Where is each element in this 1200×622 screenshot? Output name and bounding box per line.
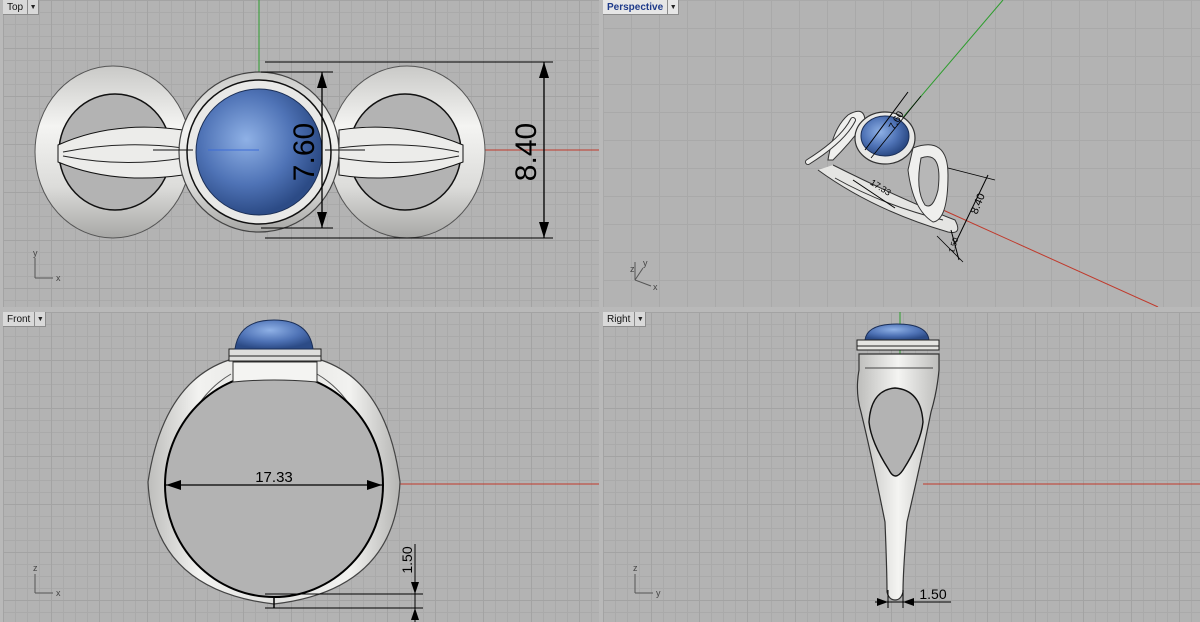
axis-triad-icon: y x: [33, 248, 61, 283]
viewport-title: Right: [607, 313, 631, 325]
viewport-right[interactable]: Right ▼ 1.50 z y: [603, 312, 1200, 622]
axis-label-y: y: [33, 248, 38, 258]
stone: [234, 319, 314, 350]
bezel: [228, 348, 322, 362]
viewport-tab-front[interactable]: Front ▼: [3, 312, 47, 327]
axis-label-z: z: [630, 264, 635, 274]
chevron-down-icon[interactable]: ▼: [34, 312, 45, 326]
left-shank-lobe: [34, 65, 192, 239]
x-axis-line: [942, 209, 1159, 307]
right-view-canvas: 1.50 z y: [633, 312, 1200, 608]
right-shank-lobe: [328, 65, 486, 239]
viewport-front[interactable]: Front ▼ 17.33 1.50 z x: [3, 312, 599, 622]
axis-label-y: y: [656, 588, 661, 598]
dimension-label: 17.33: [255, 469, 293, 486]
axis-triad-icon: z y: [633, 563, 661, 598]
axis-label-x: x: [56, 273, 61, 283]
dimension-label: 1.50: [399, 546, 415, 573]
axis-label-z: z: [33, 563, 38, 573]
viewport-title: Front: [7, 313, 31, 325]
viewport-tab-perspective[interactable]: Perspective ▼: [603, 0, 680, 15]
dimension-label: 1.50: [947, 236, 961, 254]
axis-triad-icon: z x: [33, 563, 61, 598]
dimension-label: 8.40: [969, 192, 988, 216]
axis-label-x: x: [56, 588, 61, 598]
front-view-canvas: 17.33 1.50 z x: [33, 319, 599, 622]
axis-label-x: x: [653, 282, 658, 292]
chevron-down-icon[interactable]: ▼: [667, 0, 678, 14]
dimension-label: 1.50: [919, 586, 946, 602]
stone: [864, 323, 930, 341]
viewport-top[interactable]: Top ▼ 7.60 8.40 y x: [3, 0, 599, 307]
perspective-view-canvas: 7.60 8.40 17.33 1.50 z y x: [630, 0, 1159, 307]
viewport-perspective[interactable]: Perspective ▼ 7.60 8.40 17.33 1.50 z y x: [603, 0, 1200, 307]
axis-label-y: y: [643, 258, 648, 268]
axis-label-z: z: [633, 563, 638, 573]
chevron-down-icon[interactable]: ▼: [27, 0, 38, 14]
viewport-title: Perspective: [607, 1, 664, 13]
top-view-canvas: 7.60 8.40 y x: [33, 0, 599, 283]
bezel: [856, 339, 940, 351]
dimension-label: 7.60: [288, 123, 321, 181]
ring-3d: [805, 110, 959, 233]
chevron-down-icon[interactable]: ▼: [634, 312, 645, 326]
viewport-tab-right[interactable]: Right ▼: [603, 312, 647, 327]
axis-triad-icon: z y x: [630, 258, 658, 292]
viewport-title: Top: [7, 1, 24, 13]
dimension-label: 8.40: [510, 123, 543, 181]
viewport-tab-top[interactable]: Top ▼: [3, 0, 40, 15]
